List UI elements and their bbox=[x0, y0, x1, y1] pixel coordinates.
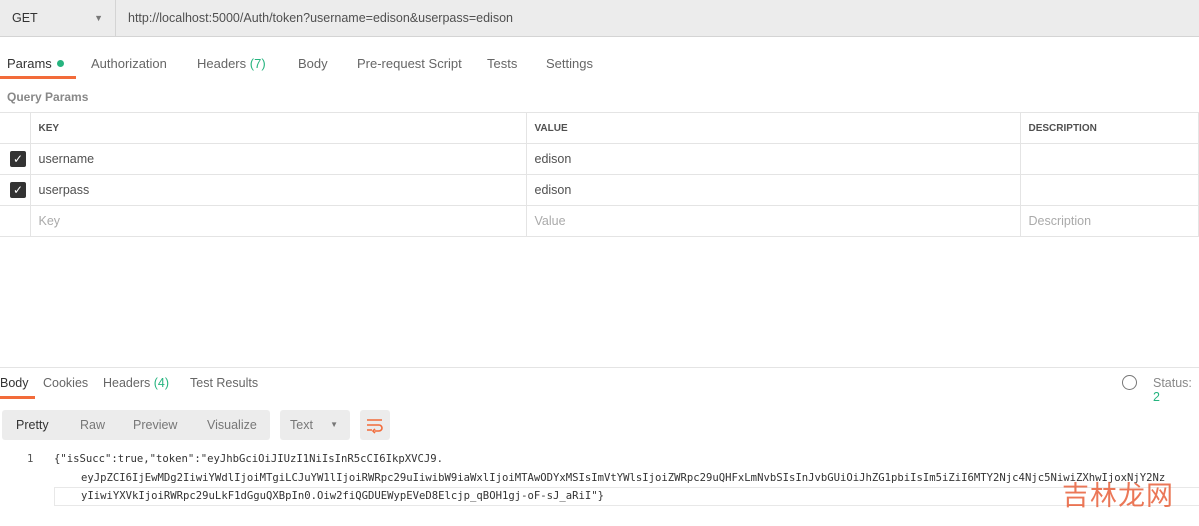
col-value: VALUE bbox=[525, 112, 1021, 144]
tab-pre-request-script[interactable]: Pre-request Script bbox=[357, 56, 462, 71]
param-value[interactable]: edison bbox=[525, 143, 1021, 175]
description-placeholder[interactable]: Description bbox=[1019, 205, 1199, 237]
method-label: GET bbox=[12, 11, 38, 25]
view-mode-group: Pretty Raw Preview Visualize bbox=[2, 410, 270, 440]
tab-body[interactable]: Body bbox=[298, 56, 328, 71]
row-checkbox[interactable]: ✓ bbox=[10, 182, 26, 198]
response-tab-cookies[interactable]: Cookies bbox=[43, 376, 88, 390]
query-params-title: Query Params bbox=[7, 90, 89, 104]
globe-icon[interactable] bbox=[1122, 375, 1137, 390]
code-line: eyJpZCI6IjEwMDg2IiwiYWdlIjoiMTgiLCJuYW1l… bbox=[81, 472, 1166, 484]
line-number: 1 bbox=[27, 453, 34, 465]
params-active-dot bbox=[56, 60, 64, 67]
param-key[interactable]: username bbox=[29, 143, 527, 175]
status-label: Status: 2 bbox=[1153, 376, 1192, 404]
view-pretty[interactable]: Pretty bbox=[16, 418, 49, 432]
tab-params[interactable]: Params bbox=[7, 56, 64, 71]
watermark-logo: 吉林龙网 bbox=[1062, 481, 1174, 512]
active-tab-underline bbox=[0, 76, 76, 79]
param-description[interactable] bbox=[1019, 174, 1199, 206]
table-row: ✓ username edison bbox=[0, 143, 1199, 175]
wrap-icon bbox=[367, 419, 383, 434]
view-raw[interactable]: Raw bbox=[80, 418, 105, 432]
key-placeholder[interactable]: Key bbox=[29, 205, 527, 237]
chevron-down-icon: ▼ bbox=[330, 420, 338, 429]
col-key: KEY bbox=[29, 112, 527, 144]
param-description[interactable] bbox=[1019, 143, 1199, 175]
row-checkbox[interactable]: ✓ bbox=[10, 151, 26, 167]
response-active-underline bbox=[0, 396, 35, 399]
param-key[interactable]: userpass bbox=[29, 174, 527, 206]
code-line: {"isSucc":true,"token":"eyJhbGciOiJIUzI1… bbox=[54, 453, 444, 465]
code-line: yIiwiYXVkIjoiRWRpc29uLkF1dGguQXBpIn0.Oiw… bbox=[81, 490, 604, 502]
view-preview[interactable]: Preview bbox=[133, 418, 177, 432]
tab-tests[interactable]: Tests bbox=[487, 56, 517, 71]
value-placeholder[interactable]: Value bbox=[525, 205, 1021, 237]
format-select[interactable]: Text ▼ bbox=[280, 410, 350, 440]
params-table: KEY VALUE DESCRIPTION ✓ username edison ✓ use… bbox=[0, 112, 1199, 237]
status-code: 2 bbox=[1153, 390, 1160, 404]
response-tab-body[interactable]: Body bbox=[0, 376, 29, 390]
view-visualize[interactable]: Visualize bbox=[207, 418, 257, 432]
response-tab-headers[interactable]: Headers (4) bbox=[103, 376, 169, 390]
tab-headers[interactable]: Headers (7) bbox=[197, 56, 266, 71]
url-input[interactable]: http://localhost:5000/Auth/token?usernam… bbox=[128, 11, 513, 25]
col-description: DESCRIPTION bbox=[1019, 112, 1199, 144]
tab-authorization[interactable]: Authorization bbox=[91, 56, 167, 71]
chevron-down-icon: ▼ bbox=[94, 13, 103, 23]
wrap-lines-button[interactable] bbox=[360, 410, 390, 440]
param-value[interactable]: edison bbox=[525, 174, 1021, 206]
response-tab-test-results[interactable]: Test Results bbox=[190, 376, 258, 390]
method-select[interactable]: GET ▼ bbox=[0, 0, 116, 37]
table-row: ✓ userpass edison bbox=[0, 174, 1199, 206]
pane-divider[interactable] bbox=[0, 367, 1199, 368]
tab-settings[interactable]: Settings bbox=[546, 56, 593, 71]
table-row-new: Key Value Description bbox=[0, 205, 1199, 237]
